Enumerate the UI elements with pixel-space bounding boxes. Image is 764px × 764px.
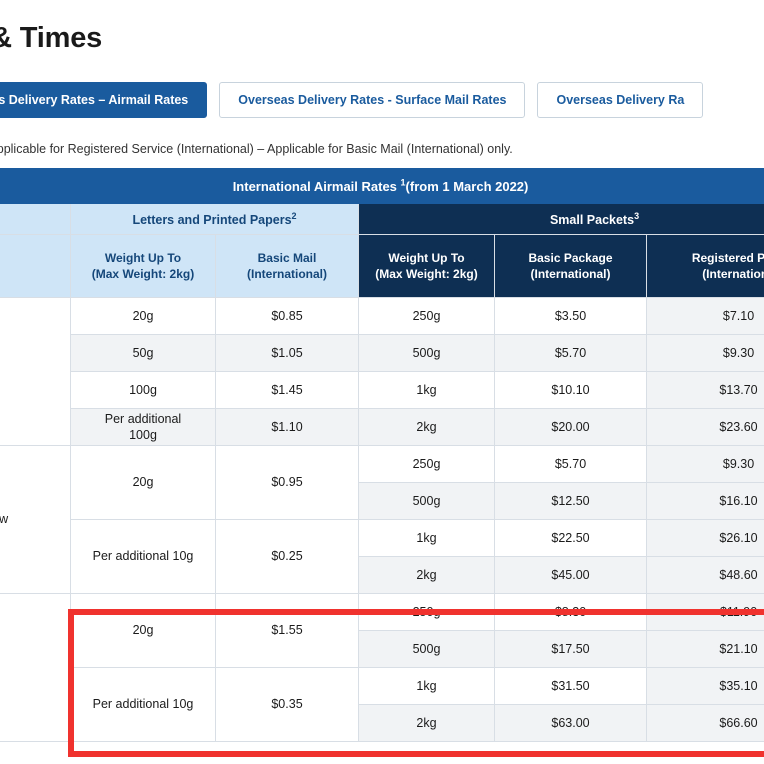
packets-weight: 1kg	[358, 667, 495, 705]
zone-label: Pacific & New	[0, 445, 71, 594]
packets-weight: 1kg	[358, 519, 495, 557]
packets-weight: 2kg	[358, 704, 495, 742]
letters-price: $1.55	[215, 593, 359, 668]
page-title: tes & Times	[0, 22, 103, 54]
packets-weight: 1kg	[358, 371, 495, 409]
packets-basic-price: $10.10	[494, 371, 647, 409]
packets-registered-price: $9.30	[645, 445, 764, 483]
letters-price: $0.95	[215, 445, 359, 520]
packets-weight: 250g	[358, 297, 495, 335]
table-row: Pacific & New 20g $0.95 250g $5.70 $9.30	[0, 445, 764, 594]
packets-registered-price: $23.60	[645, 408, 764, 446]
column-header-letters-basic: Basic Mail (International)	[215, 234, 359, 298]
letters-weight: 100g	[70, 371, 216, 409]
column-header-zone	[0, 234, 71, 298]
packets-registered-price: $11.90	[645, 593, 764, 631]
table-group-header-row: Letters and Printed Papers2 Small Packet…	[0, 203, 764, 235]
tab-bar: Overseas Delivery Rates – Airmail Rates …	[0, 82, 704, 118]
table-row: Per additional 10g $0.35 1kg $31.50 $35.…	[0, 667, 764, 742]
packets-basic-price: $3.50	[494, 297, 647, 335]
packets-registered-price: $16.10	[645, 482, 764, 520]
packets-basic-price: $63.00	[494, 704, 647, 742]
column-header-packets-basic: Basic Package (International)	[494, 234, 647, 298]
packets-registered-price: $13.70	[645, 371, 764, 409]
table-row: 100g $1.45 1kg $10.10 $13.70	[0, 371, 764, 409]
table-column-header-row: Weight Up To (Max Weight: 2kg) Basic Mail…	[0, 234, 764, 298]
packets-registered-price: $9.30	[645, 334, 764, 372]
letters-price: $0.35	[215, 667, 359, 742]
packets-weight: 500g	[358, 630, 495, 668]
table-row: aland & 20g $1.55 250g $8.30 $11.90	[0, 593, 764, 742]
letters-weight: Per additional 10g	[70, 667, 216, 742]
packets-basic-price: $20.00	[494, 408, 647, 446]
packets-basic-price: $31.50	[494, 667, 647, 705]
table-banner-text: International Airmail Rates 1(from 1 Mar…	[232, 177, 529, 195]
page-root: tes & Times Overseas Delivery Rates – Ai…	[0, 0, 764, 764]
packets-registered-price: $35.10	[645, 667, 764, 705]
letters-weight: Per additional 10g	[70, 519, 216, 594]
letters-price: $1.45	[215, 371, 359, 409]
tab-surface-mail-rates[interactable]: Overseas Delivery Rates - Surface Mail R…	[219, 82, 526, 118]
group-header-zone-blank	[0, 203, 71, 235]
packets-weight: 2kg	[358, 408, 495, 446]
packets-basic-price: $5.70	[494, 334, 647, 372]
packets-registered-price: $7.10	[645, 297, 764, 335]
table-banner-row: International Airmail Rates 1(from 1 Mar…	[0, 168, 764, 204]
packets-weight: 500g	[358, 482, 495, 520]
rates-table-container: International Airmail Rates 1(from 1 Mar…	[0, 168, 764, 742]
packets-basic-price: $12.50	[494, 482, 647, 520]
zone-label	[0, 297, 71, 446]
international-airmail-rates-table: International Airmail Rates 1(from 1 Mar…	[0, 168, 764, 742]
packets-basic-price: $22.50	[494, 519, 647, 557]
letters-price: $0.85	[215, 297, 359, 335]
packets-basic-price: $45.00	[494, 556, 647, 594]
table-row: Per additional 100g $1.10 2kg $20.00 $23.…	[0, 408, 764, 446]
packets-registered-price: $26.10	[645, 519, 764, 557]
column-header-packets-weight: Weight Up To (Max Weight: 2kg)	[358, 234, 495, 298]
tab-airmail-rates[interactable]: Overseas Delivery Rates – Airmail Rates	[0, 82, 208, 118]
letters-weight: 20g	[70, 593, 216, 668]
tab-overseas-delivery-rates-3[interactable]: Overseas Delivery Ra	[537, 82, 704, 118]
packets-basic-price: $5.70	[494, 445, 647, 483]
table-row: 20g $0.85 250g $3.50 $7.10	[0, 297, 764, 446]
table-row: 50g $1.05 500g $5.70 $9.30	[0, 334, 764, 372]
table-row: Per additional 10g $0.25 1kg $22.50 $26.…	[0, 519, 764, 594]
packets-weight: 500g	[358, 334, 495, 372]
group-header-packets: Small Packets3	[357, 203, 764, 235]
column-header-packets-registered: Registered Pack(Internationa	[645, 234, 764, 298]
letters-weight: Per additional 100g	[70, 408, 216, 446]
packets-registered-price: $21.10	[645, 630, 764, 668]
column-header-letters-weight: Weight Up To (Max Weight: 2kg)	[70, 234, 216, 298]
packets-weight: 250g	[358, 445, 495, 483]
packets-weight: 2kg	[358, 556, 495, 594]
letters-weight: 20g	[70, 297, 216, 335]
rates-note: 3.60 applicable for Registered Service (…	[0, 142, 513, 156]
packets-weight: 250g	[358, 593, 495, 631]
letters-price: $0.25	[215, 519, 359, 594]
table-banner: International Airmail Rates 1(from 1 Mar…	[0, 168, 764, 204]
zone-label: aland &	[0, 593, 71, 742]
packets-registered-price: $66.60	[645, 704, 764, 742]
letters-weight: 50g	[70, 334, 216, 372]
group-header-letters: Letters and Printed Papers2	[70, 203, 359, 235]
letters-weight: 20g	[70, 445, 216, 520]
packets-basic-price: $8.30	[494, 593, 647, 631]
letters-price: $1.10	[215, 408, 359, 446]
packets-basic-price: $17.50	[494, 630, 647, 668]
packets-registered-price: $48.60	[645, 556, 764, 594]
letters-price: $1.05	[215, 334, 359, 372]
